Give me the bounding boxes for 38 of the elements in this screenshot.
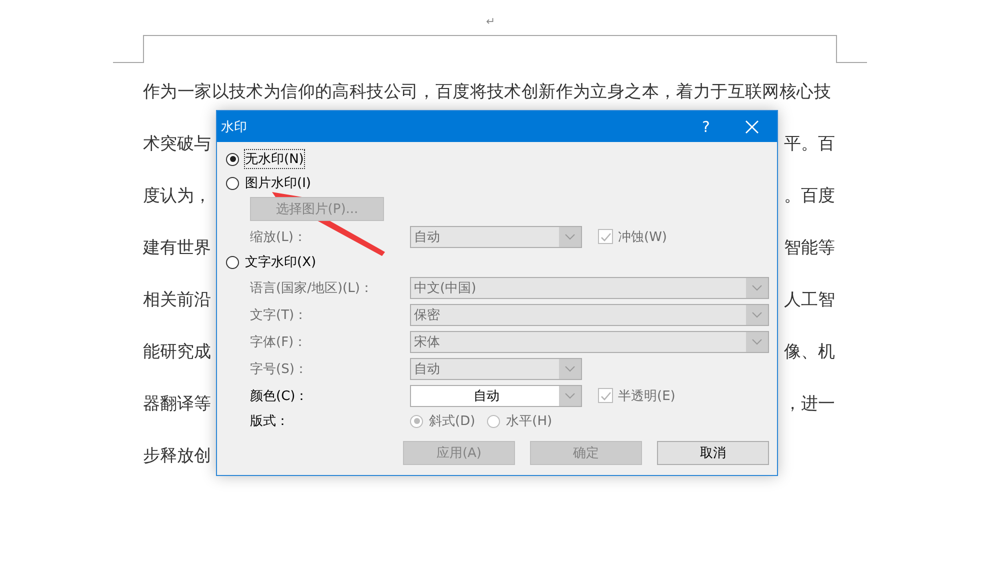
dropdown[interactable]: 自动 <box>410 384 582 406</box>
paragraph-text: 平。百 <box>784 133 835 156</box>
radio-option[interactable]: 图片水印(I) <box>226 171 311 195</box>
field-label: 语言(国家/地区)(L)： <box>250 280 374 296</box>
chevron-down-icon <box>565 366 575 372</box>
close-icon <box>745 120 759 134</box>
chevron-down-icon <box>752 338 762 344</box>
paragraph-text: 度认为， <box>143 185 211 208</box>
radio-option[interactable]: 文字水印(X) <box>226 250 316 274</box>
chevron-down-icon <box>752 312 762 318</box>
paragraph-text: 器翻译等 <box>143 393 211 416</box>
paragraph-text: 能研究成 <box>143 341 211 364</box>
paragraph-mark: ↵ <box>486 15 496 28</box>
dialog-title: 水印 <box>221 118 248 136</box>
paragraph-text: 建有世界 <box>143 237 211 260</box>
paragraph-text: 像、机 <box>784 341 835 364</box>
chevron-down-icon <box>752 284 762 290</box>
field-label: 缩放(L)： <box>250 228 308 246</box>
chevron-down-icon <box>565 392 575 398</box>
paragraph-text: 智能等 <box>784 237 835 260</box>
paragraph-text: 步释放创 <box>143 445 211 468</box>
field-label: 字号(S)： <box>250 360 308 378</box>
paragraph-text: 人工智 <box>784 289 835 312</box>
check-icon <box>600 230 612 242</box>
radio-option[interactable]: 无水印(N) <box>226 147 304 171</box>
field-label: 字体(F)： <box>250 334 308 350</box>
field-label: 文字(T)： <box>250 306 308 324</box>
field-label: 颜色(C)： <box>250 388 310 404</box>
help-button[interactable]: ? <box>683 111 729 142</box>
paragraph-text: 。百度 <box>784 185 835 208</box>
paragraph-text: ，进一 <box>784 393 835 416</box>
paragraph-text: 术突破与 <box>143 133 211 156</box>
dialog-button[interactable]: 取消 <box>657 441 769 465</box>
check-icon <box>600 390 612 402</box>
paragraph-text: 相关前沿 <box>143 289 211 312</box>
paragraph-line: 作为一家以技术为信仰的高科技公司，百度将技术创新作为立身之本，着力于互联网核心技 <box>143 81 832 104</box>
field-label: 版式： <box>250 413 290 430</box>
chevron-down-icon <box>565 234 575 240</box>
